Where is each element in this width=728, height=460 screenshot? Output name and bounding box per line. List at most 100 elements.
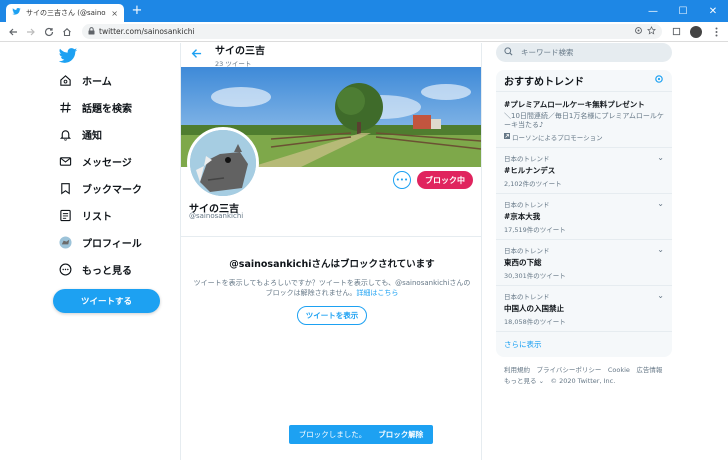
nav-label: ホーム <box>82 77 112 88</box>
trend-name: #京本大我 <box>504 212 541 221</box>
nav-label: プロフィール <box>82 239 142 250</box>
toast-message: ブロックしました。 <box>298 430 367 439</box>
trend-item[interactable]: 日本のトレンド 東西の下総 30,301件のツイート ⌄ <box>496 240 672 286</box>
home-button[interactable] <box>58 23 76 41</box>
right-sidebar: キーワード検索 おすすめトレンド #プレミアムロールケーキ無料プレゼント ＼10… <box>496 43 672 387</box>
bell-icon <box>58 128 72 142</box>
trend-description: ＼10日間連続／毎日1万名様にプレミアムロールケーキ当たる♪ <box>504 112 664 129</box>
nav-more[interactable]: もっと見る <box>52 256 142 283</box>
trend-name: 東西の下総 <box>504 258 542 267</box>
blocked-message: @sainosankichiさんはブロックされています ツイートを表示してもよろ… <box>191 256 473 325</box>
nav-label: ブックマーク <box>82 185 142 196</box>
trend-count: 17,519件のツイート <box>504 226 566 234</box>
kebab-menu-icon[interactable] <box>708 24 724 40</box>
learn-more-link[interactable]: 詳細はこちら <box>356 289 398 297</box>
home-icon <box>58 74 72 88</box>
browser-toolbar: twitter.com/sainosankichi <box>0 22 728 42</box>
footer-links[interactable]: 利用規約 プライバシーポリシー Cookie 広告情報 <box>504 365 672 376</box>
new-tab-button[interactable]: + <box>130 4 144 18</box>
chevron-down-icon[interactable]: ⌄ <box>657 199 664 208</box>
trend-item[interactable]: 日本のトレンド #京本大我 17,519件のツイート ⌄ <box>496 194 672 240</box>
trend-count: 2,102件のツイート <box>504 180 562 188</box>
account-avatar-icon[interactable] <box>688 24 704 40</box>
promo-text: ローソンによるプロモーション <box>512 134 603 142</box>
trends-title: おすすめトレンド <box>504 77 584 88</box>
profile-avatar[interactable] <box>187 127 259 199</box>
divider <box>181 236 481 237</box>
footer: 利用規約 プライバシーポリシー Cookie 広告情報 もっと見る ⌄ © 20… <box>496 365 672 387</box>
address-bar[interactable]: twitter.com/sainosankichi <box>82 24 662 39</box>
trend-count: 18,058件のツイート <box>504 318 566 326</box>
trend-category: 日本のトレンド <box>504 155 550 163</box>
nav-profile[interactable]: プロフィール <box>52 229 142 256</box>
twitter-favicon-icon <box>12 7 21 19</box>
minimize-button[interactable]: — <box>638 0 668 22</box>
main-nav: ホーム 話題を検索 通知 メッセージ ブックマーク リスト プロフィール もっと… <box>52 67 142 283</box>
tweet-button[interactable]: ツイートする <box>53 289 160 313</box>
promoted-label: ローソンによるプロモーション <box>504 132 664 142</box>
trend-category: 日本のトレンド <box>504 247 550 255</box>
envelope-icon <box>58 155 72 169</box>
nav-label: もっと見る <box>82 266 132 277</box>
blocked-button[interactable]: ブロック中 <box>417 171 473 189</box>
nav-label: メッセージ <box>82 158 132 169</box>
tab-close-icon[interactable]: × <box>111 9 118 18</box>
search-icon <box>504 46 513 59</box>
trend-item-promoted[interactable]: #プレミアムロールケーキ無料プレゼント ＼10日間連続／毎日1万名様にプレミアム… <box>496 92 672 148</box>
trend-item[interactable]: 日本のトレンド 中国人の入国禁止 18,058件のツイート ⌄ <box>496 286 672 332</box>
list-icon <box>58 209 72 223</box>
trends-panel: おすすめトレンド #プレミアムロールケーキ無料プレゼント ＼10日間連続／毎日1… <box>496 70 672 357</box>
chevron-down-icon[interactable]: ⌄ <box>657 291 664 300</box>
reload-icon <box>44 27 54 36</box>
maximize-button[interactable]: ☐ <box>668 0 698 22</box>
profile-handle: @sainosankichi <box>189 212 244 220</box>
back-arrow-icon[interactable] <box>191 48 209 62</box>
nav-home[interactable]: ホーム <box>52 67 142 94</box>
bookmark-star-icon[interactable] <box>647 26 656 37</box>
close-window-button[interactable]: ✕ <box>698 0 728 22</box>
nav-label: リスト <box>82 212 112 223</box>
bookmark-icon <box>58 182 72 196</box>
trend-item[interactable]: 日本のトレンド #ヒルナンデス 2,102件のツイート ⌄ <box>496 148 672 194</box>
reload-button[interactable] <box>40 23 58 41</box>
blocked-toast: ブロックしました。 ブロック解除 <box>289 425 433 444</box>
promoted-icon <box>504 133 510 141</box>
settings-icon[interactable] <box>634 26 643 37</box>
chevron-down-icon[interactable]: ⌄ <box>657 245 664 254</box>
twitter-page: ホーム 話題を検索 通知 メッセージ ブックマーク リスト プロフィール もっと… <box>0 43 728 460</box>
trend-category: 日本のトレンド <box>504 201 550 209</box>
nav-label: 話題を検索 <box>82 104 132 115</box>
hashtag-icon <box>58 101 72 115</box>
twitter-logo-icon[interactable] <box>58 46 78 66</box>
trend-name: #プレミアムロールケーキ無料プレゼント <box>504 100 645 109</box>
back-button[interactable] <box>4 23 22 41</box>
nav-explore[interactable]: 話題を検索 <box>52 94 142 121</box>
show-more-link[interactable]: さらに表示 <box>496 332 672 357</box>
trend-count: 30,301件のツイート <box>504 272 566 280</box>
window-titlebar: サイの三吉さん (@sainosankichi) / Twitter × + —… <box>0 0 728 22</box>
gear-icon[interactable] <box>654 74 664 87</box>
chevron-down-icon[interactable]: ⌄ <box>657 153 664 162</box>
header-name: サイの三吉 <box>215 46 265 57</box>
search-box[interactable]: キーワード検索 <box>496 43 672 62</box>
main-column: サイの三吉 23 ツイート ••• ブロック中 サイの三吉 @sainosank… <box>180 43 482 460</box>
nav-messages[interactable]: メッセージ <box>52 148 142 175</box>
search-input[interactable]: キーワード検索 <box>521 47 574 58</box>
forward-button[interactable] <box>22 23 40 41</box>
extension-icon[interactable] <box>668 24 684 40</box>
nav-bookmarks[interactable]: ブックマーク <box>52 175 142 202</box>
more-options-button[interactable]: ••• <box>393 171 411 189</box>
browser-tab[interactable]: サイの三吉さん (@sainosankichi) / Twitter × <box>6 4 124 22</box>
profile-actions: ••• ブロック中 <box>393 171 473 189</box>
show-tweets-button[interactable]: ツイートを表示 <box>297 306 367 325</box>
forward-arrow-icon <box>27 28 35 35</box>
unblock-button[interactable]: ブロック解除 <box>378 429 423 440</box>
footer-copyright: もっと見る ⌄ © 2020 Twitter, Inc. <box>504 377 616 385</box>
browser-home-icon <box>63 27 71 36</box>
nav-lists[interactable]: リスト <box>52 202 142 229</box>
back-arrow-icon <box>9 28 17 35</box>
nav-notifications[interactable]: 通知 <box>52 121 142 148</box>
blocked-desc-text: ツイートを表示してもよろしいですか？ツイートを表示しても、@sainosanki… <box>193 279 471 297</box>
trend-name: 中国人の入国禁止 <box>504 304 564 313</box>
trends-header: おすすめトレンド <box>496 70 672 92</box>
